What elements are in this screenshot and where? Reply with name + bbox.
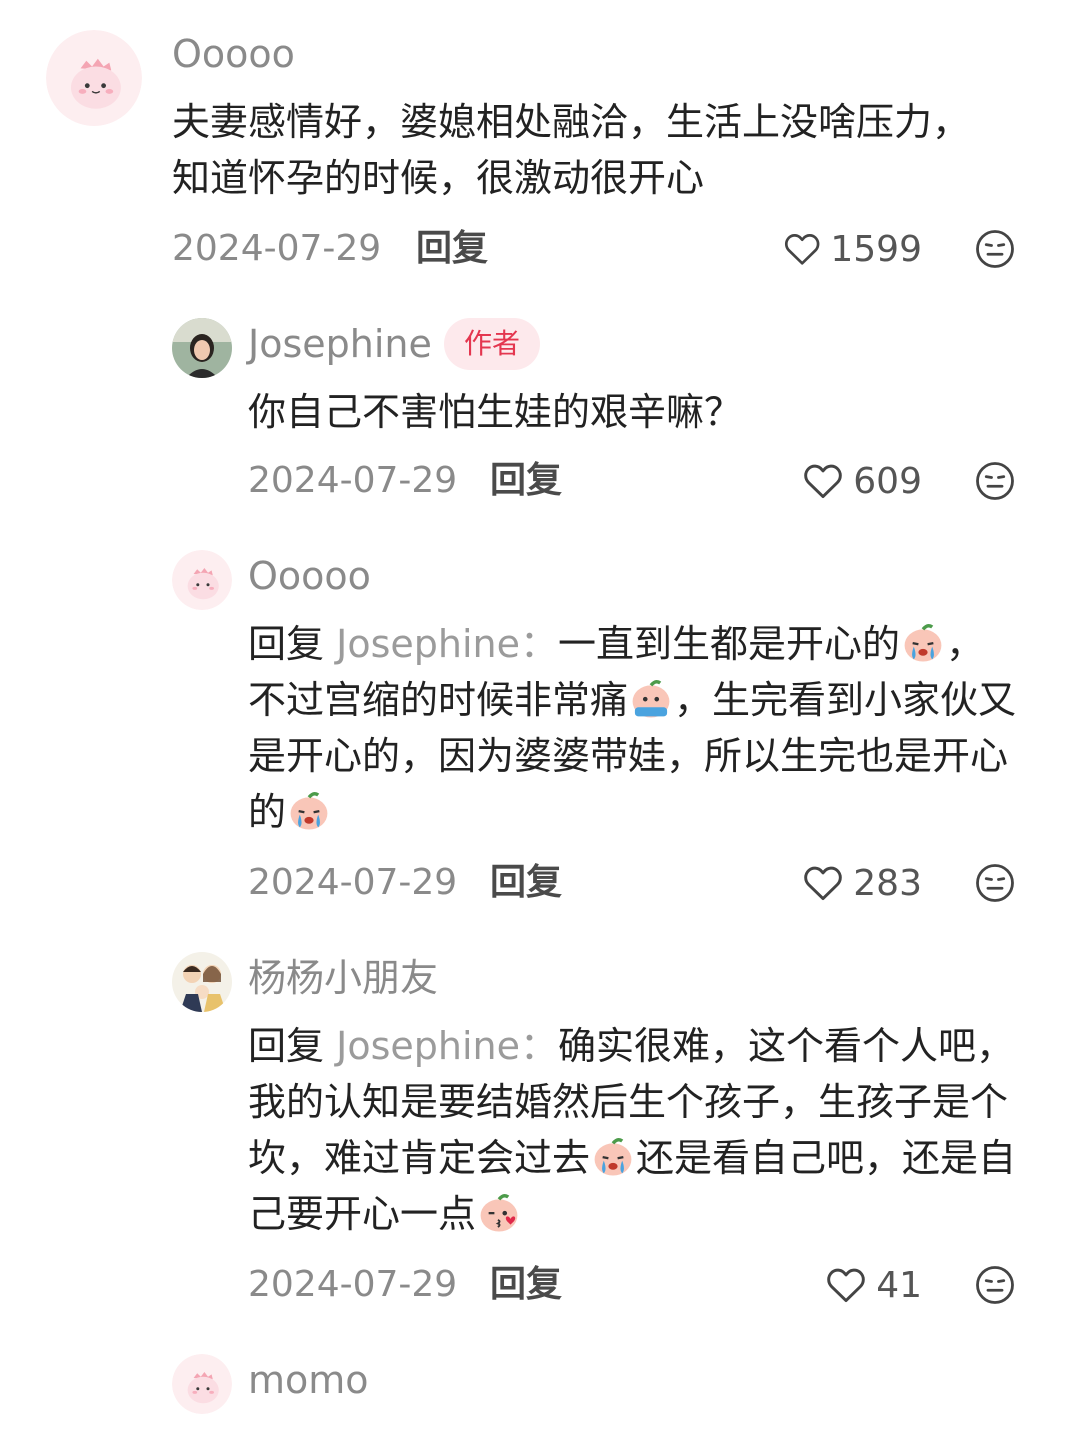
avatar[interactable] (172, 550, 232, 610)
like-count: 1599 (830, 228, 922, 270)
reply-button[interactable]: 回复 (490, 858, 562, 908)
sobbing-peach-emoji-icon (628, 675, 674, 721)
comment-meta: 2024-07-29 回复 609 (248, 456, 1016, 506)
comment-text: 你自己不害怕生娃的艰辛嘛？ (248, 390, 743, 434)
like-button[interactable]: 1599 (782, 224, 922, 274)
neutral-face-icon (976, 462, 1014, 500)
like-count: 609 (853, 460, 922, 502)
comment-text: 回复 Josephine：一直到生都是开心的 ，不过宫缩的时候非常痛 ，生完看到小家… (248, 616, 1020, 840)
comment-meta: 2024-07-29 回复 41 (248, 1260, 1016, 1310)
reply-target-user[interactable]: Josephine： (336, 622, 558, 666)
pink-dino-avatar-icon (172, 1354, 232, 1414)
comment-date: 2024-07-29 (248, 862, 458, 903)
text-part: 一直到生都是开心的 (557, 622, 900, 666)
reply-button[interactable]: 回复 (490, 456, 562, 506)
heart-icon (804, 866, 843, 901)
avatar[interactable] (46, 30, 142, 126)
neutral-face-icon (976, 864, 1014, 902)
neutral-face-icon (976, 1266, 1014, 1304)
crying-peach-emoji-icon (900, 619, 946, 665)
dislike-button[interactable] (974, 1264, 1016, 1306)
username[interactable]: momo (248, 1358, 369, 1402)
comment-text: 夫妻感情好，婆媳相处融洽，生活上没啥压力，知道怀孕的时候，很激动很开心 (172, 100, 971, 200)
kissing-peach-emoji-icon (476, 1189, 522, 1235)
username[interactable]: Ooooo (172, 32, 295, 76)
comment-date: 2024-07-29 (248, 460, 458, 501)
like-button[interactable]: 283 (782, 858, 922, 908)
reply-target-user[interactable]: Josephine： (336, 1024, 558, 1068)
comment-meta: 2024-07-29 回复 1599 (172, 224, 1016, 274)
heart-icon (784, 234, 820, 265)
pink-dino-avatar-icon (172, 550, 232, 610)
dislike-button[interactable] (974, 862, 1016, 904)
comment-date: 2024-07-29 (172, 228, 382, 269)
reply-prefix: 回复 (248, 622, 325, 666)
reply-button[interactable]: 回复 (416, 224, 488, 274)
like-button[interactable]: 609 (782, 456, 922, 506)
username[interactable]: Ooooo (248, 554, 371, 598)
dislike-button[interactable] (974, 460, 1016, 502)
heart-icon (827, 1268, 865, 1303)
comment-meta: 2024-07-29 回复 283 (248, 858, 1016, 908)
avatar[interactable] (172, 1354, 232, 1414)
neutral-face-icon (976, 230, 1014, 268)
like-count: 283 (853, 862, 922, 904)
reply-button[interactable]: 回复 (490, 1260, 562, 1310)
avatar[interactable] (172, 952, 232, 1012)
crying-peach-emoji-icon (590, 1133, 636, 1179)
username[interactable]: Josephine (248, 322, 432, 366)
pink-dino-avatar-icon (46, 30, 142, 126)
cartoon-family-avatar-icon (172, 952, 232, 1012)
like-count: 41 (876, 1264, 922, 1306)
username[interactable]: 杨杨小朋友 (248, 956, 438, 1000)
author-badge: 作者 (444, 318, 541, 370)
comment-date: 2024-07-29 (248, 1264, 458, 1305)
avatar[interactable] (172, 318, 232, 378)
like-button[interactable]: 41 (782, 1260, 922, 1310)
dislike-button[interactable] (974, 228, 1016, 270)
heart-icon (804, 464, 843, 499)
comment-text: 回复 Josephine：确实很难，这个看个人吧，我的认知是要结婚然后生个孩子，… (248, 1018, 1020, 1242)
photo-avatar-icon (172, 318, 232, 378)
reply-prefix: 回复 (248, 1024, 325, 1068)
crying-peach-emoji-icon (286, 787, 332, 833)
